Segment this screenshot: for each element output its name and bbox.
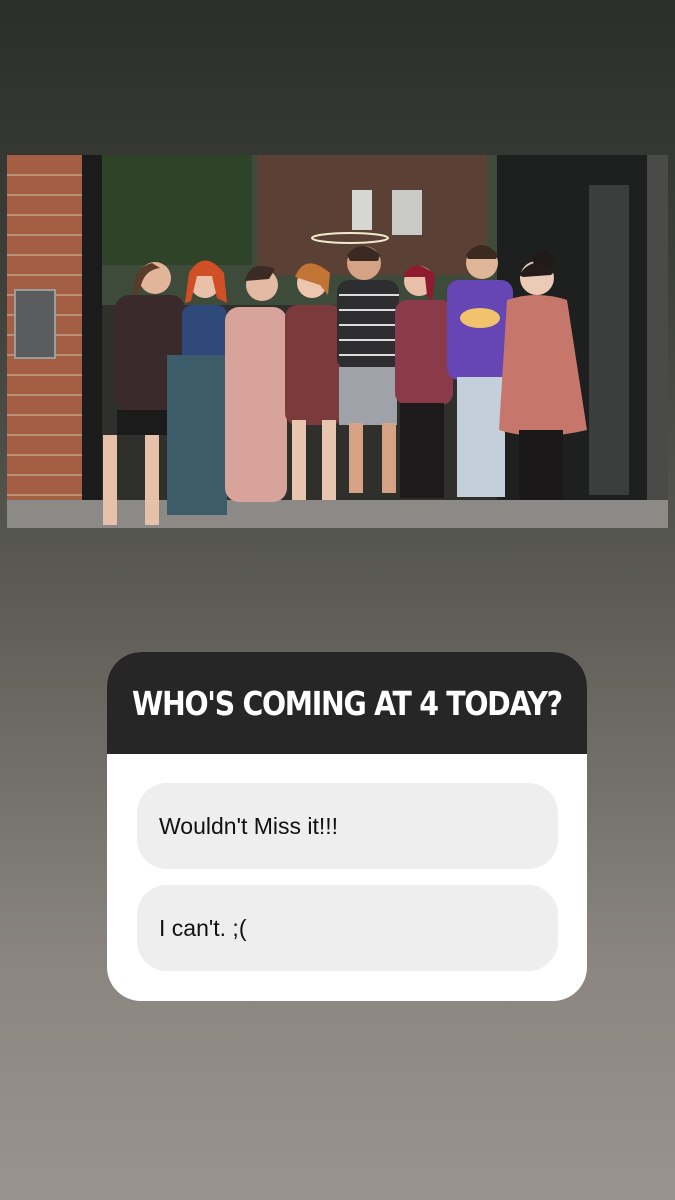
poll-option-label: Wouldn't Miss it!!! [159,812,339,839]
poll-option-label: I can't. ;( [159,914,247,941]
poll-header: WHO'S COMING AT 4 TODAY? [107,652,587,754]
poll-option-yes[interactable]: Wouldn't Miss it!!! [137,783,558,869]
story-photo [7,155,668,528]
poll-question: WHO'S COMING AT 4 TODAY? [132,683,563,723]
poll-option-no[interactable]: I can't. ;( [137,885,558,971]
poll-sticker: WHO'S COMING AT 4 TODAY? Wouldn't Miss i… [107,652,587,1001]
